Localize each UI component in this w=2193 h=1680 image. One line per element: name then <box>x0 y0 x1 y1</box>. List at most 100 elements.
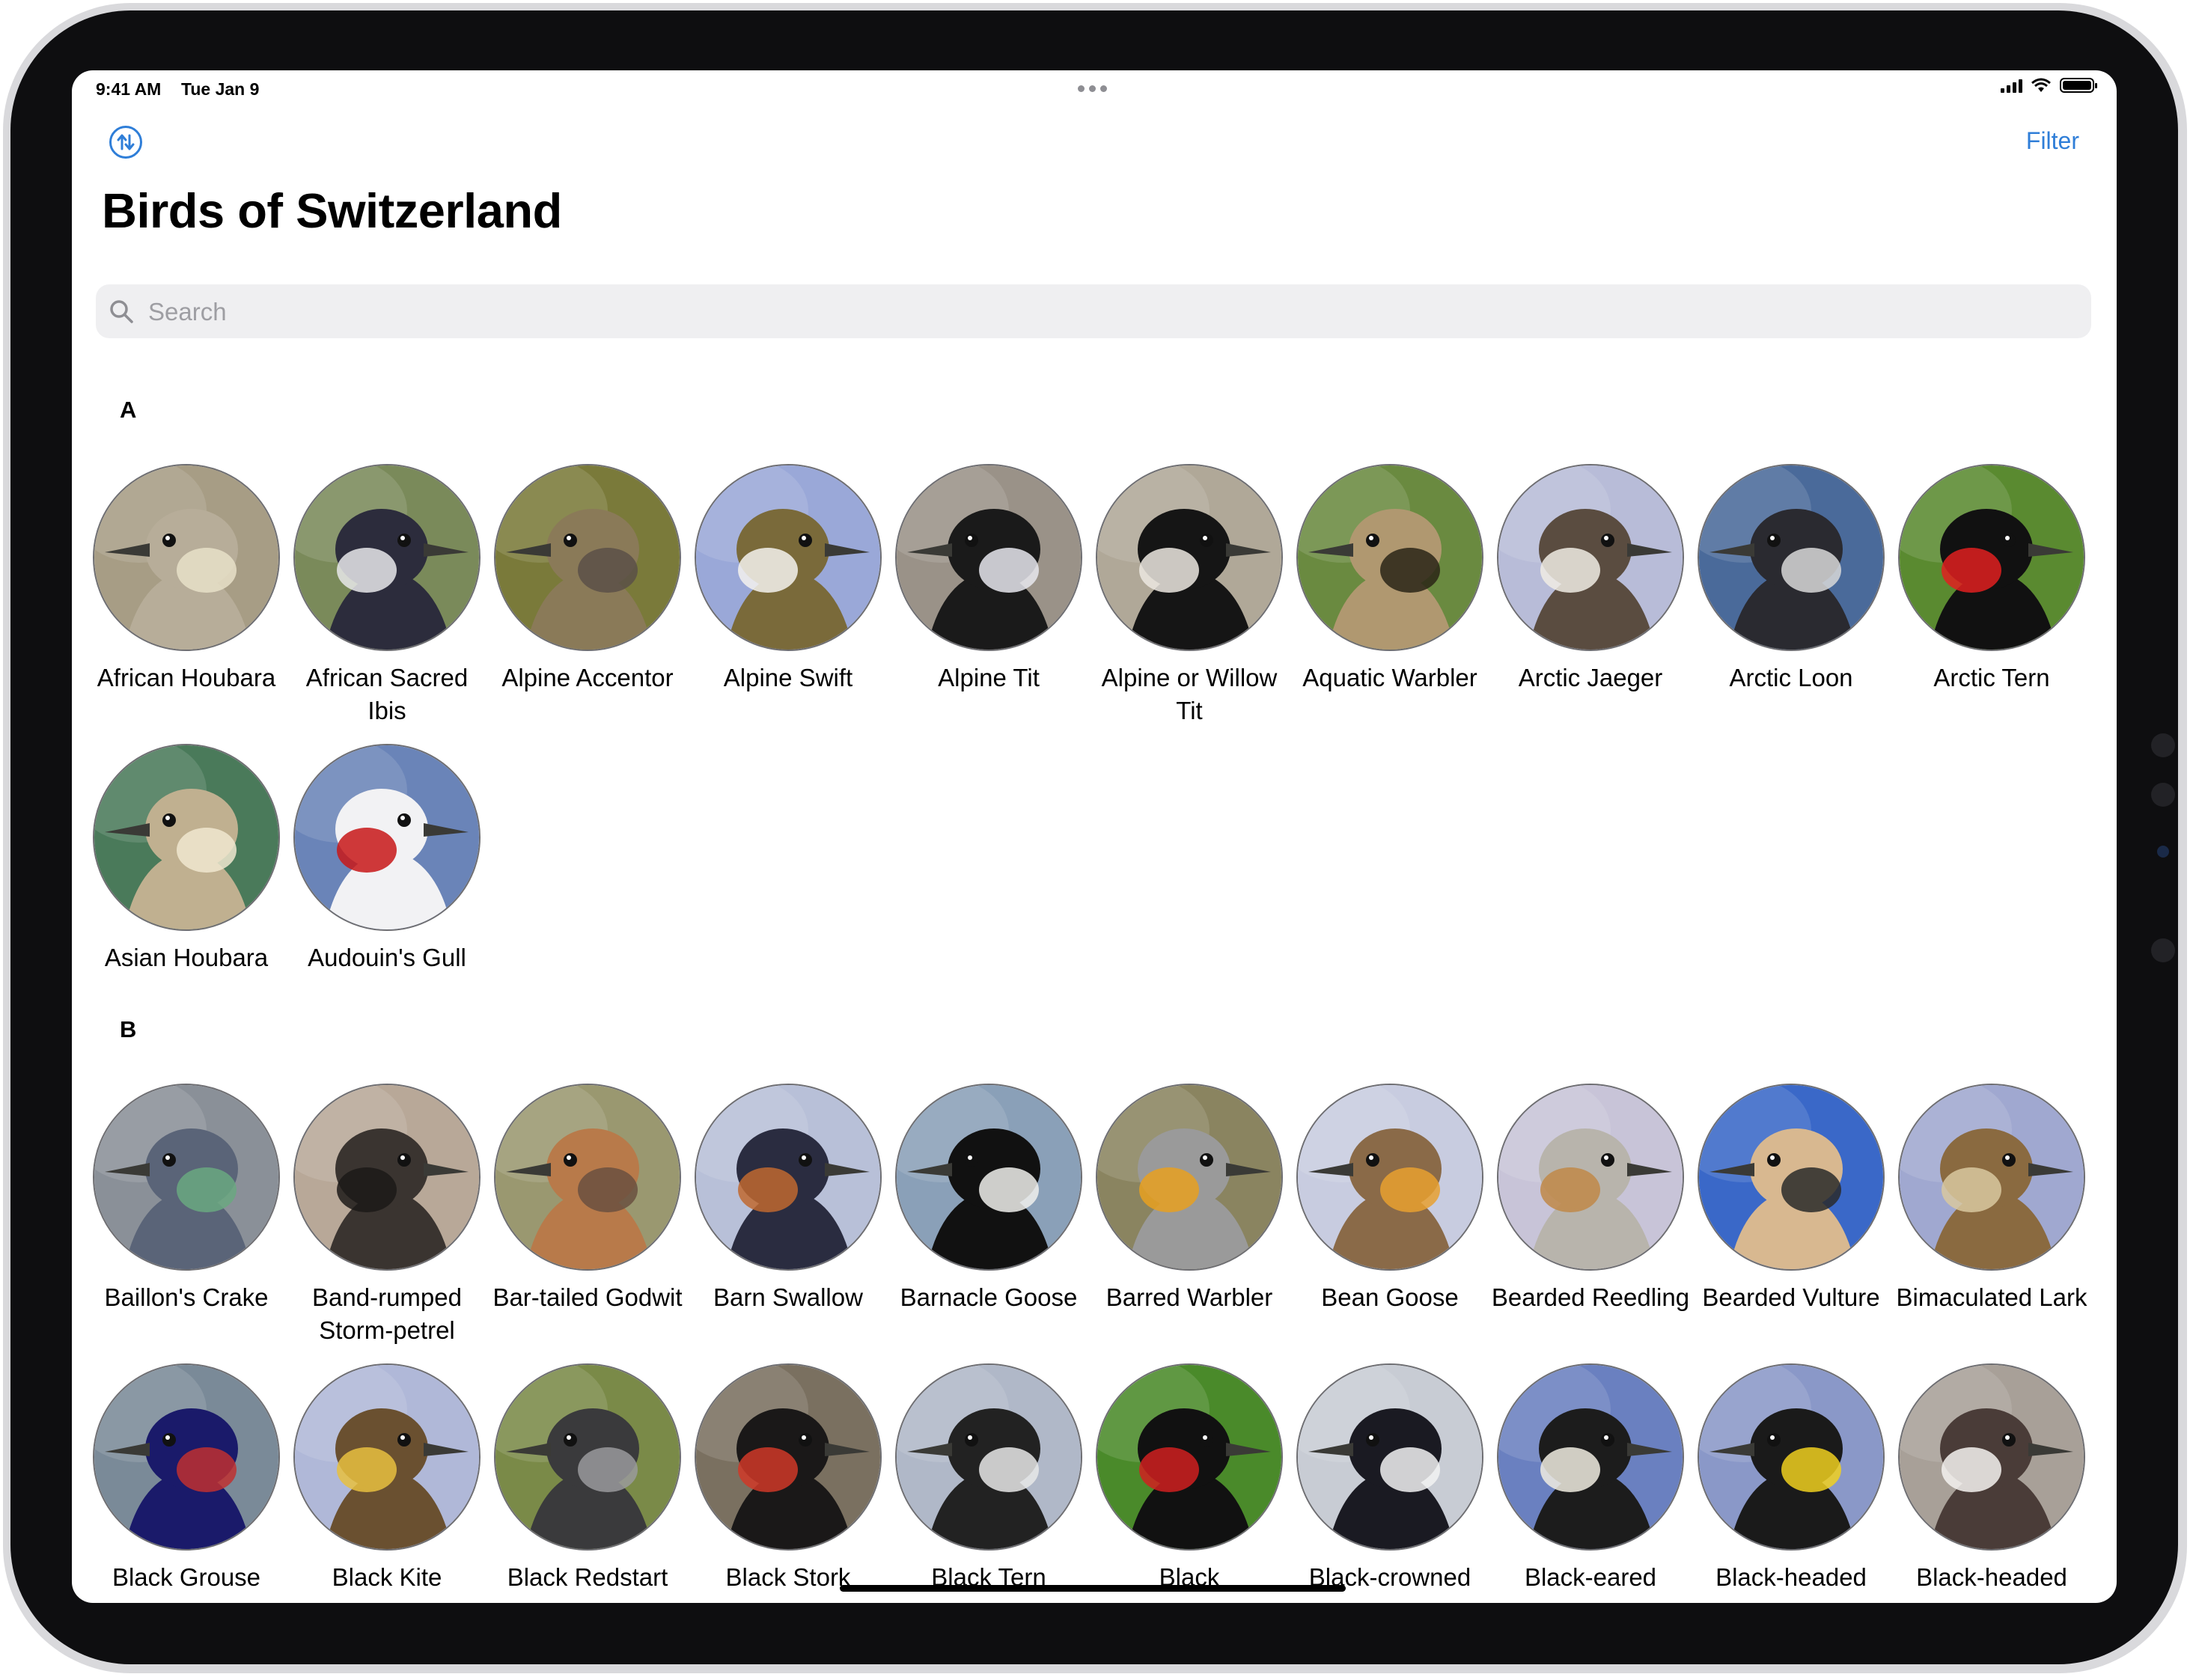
bird-photo[interactable] <box>1296 1084 1483 1271</box>
bird-image <box>1699 1085 1883 1269</box>
bird-card[interactable]: Arctic Jaeger <box>1489 464 1692 694</box>
bird-card[interactable]: Black Stork <box>687 1363 889 1594</box>
bird-name: Black-headed <box>1916 1563 2067 1591</box>
bird-image <box>94 745 278 929</box>
filter-button[interactable]: Filter <box>2026 127 2079 155</box>
bird-photo[interactable] <box>1698 1084 1885 1271</box>
bird-card[interactable]: Barnacle Goose <box>888 1084 1090 1314</box>
bird-photo[interactable] <box>1096 1363 1283 1551</box>
bird-photo[interactable] <box>293 1363 481 1551</box>
bird-photo[interactable] <box>1898 1363 2085 1551</box>
camera-dot <box>2151 733 2175 757</box>
bird-photo[interactable] <box>1898 464 2085 651</box>
bird-image <box>1298 1365 1482 1549</box>
sort-button[interactable] <box>109 126 142 159</box>
bird-photo[interactable] <box>1898 1084 2085 1271</box>
bird-card[interactable]: Alpine Swift <box>687 464 889 694</box>
bird-card[interactable]: Black Grouse <box>85 1363 287 1594</box>
bird-name: Asian Houbara <box>104 944 269 971</box>
bird-card[interactable]: Alpine Tit <box>888 464 1090 694</box>
bird-card[interactable]: African Sacred Ibis <box>286 464 488 727</box>
bird-photo[interactable] <box>494 464 681 651</box>
bird-photo[interactable] <box>695 464 882 651</box>
bird-card[interactable]: Audouin's Gull <box>286 744 488 974</box>
bird-card[interactable]: Barred Warbler <box>1088 1084 1290 1314</box>
bird-photo[interactable] <box>93 1363 280 1551</box>
bird-image <box>1699 465 1883 650</box>
bird-card[interactable]: Bean Goose <box>1289 1084 1491 1314</box>
bird-photo[interactable] <box>695 1363 882 1551</box>
bird-photo[interactable] <box>494 1363 681 1551</box>
bird-card[interactable]: Barn Swallow <box>687 1084 889 1314</box>
bird-image <box>295 1365 479 1549</box>
bird-photo[interactable] <box>93 464 280 651</box>
bird-card[interactable]: Black <box>1088 1363 1290 1594</box>
bird-card[interactable]: Arctic Loon <box>1690 464 1892 694</box>
bird-name: Audouin's Gull <box>308 944 466 971</box>
bird-image <box>1900 1365 2084 1549</box>
bird-photo[interactable] <box>1698 1363 1885 1551</box>
bird-card[interactable]: Asian Houbara <box>85 744 287 974</box>
bird-name: Bearded Reedling <box>1491 1283 1690 1311</box>
search-bar[interactable] <box>96 284 2091 340</box>
bird-card[interactable]: Band-rumped Storm-petrel <box>286 1084 488 1347</box>
bird-image <box>495 1365 680 1549</box>
bird-photo[interactable] <box>93 1084 280 1271</box>
home-indicator[interactable] <box>840 1585 1346 1592</box>
bird-card[interactable]: Bar-tailed Godwit <box>487 1084 689 1314</box>
bird-photo[interactable] <box>895 464 1082 651</box>
bird-card[interactable]: Black Redstart <box>487 1363 689 1594</box>
camera-dot <box>2151 783 2175 807</box>
bird-name: Arctic Jaeger <box>1518 664 1663 691</box>
bird-name: Alpine Accentor <box>501 664 674 691</box>
bird-photo[interactable] <box>494 1084 681 1271</box>
bird-name: Alpine or Willow Tit <box>1101 664 1278 724</box>
bird-image <box>495 1085 680 1269</box>
bird-card[interactable]: Baillon's Crake <box>85 1084 287 1314</box>
bird-card[interactable]: Black-crowned <box>1289 1363 1491 1594</box>
bird-photo[interactable] <box>293 464 481 651</box>
bird-image <box>1498 465 1683 650</box>
multitasking-handle[interactable] <box>1078 85 1107 92</box>
section-header-b: B <box>120 1016 137 1042</box>
bird-card[interactable]: Bearded Reedling <box>1489 1084 1692 1314</box>
bird-card[interactable]: Black-headed <box>1891 1363 2093 1594</box>
status-icons <box>2001 78 2097 93</box>
bird-photo[interactable] <box>1096 464 1283 651</box>
bird-name: Barn Swallow <box>713 1283 863 1311</box>
bird-photo[interactable] <box>1096 1084 1283 1271</box>
bird-card[interactable]: African Houbara <box>85 464 287 694</box>
bird-image <box>1097 465 1281 650</box>
bird-photo[interactable] <box>1296 464 1483 651</box>
bird-name: Alpine Swift <box>723 664 853 691</box>
bird-photo[interactable] <box>1497 1084 1684 1271</box>
bird-image <box>295 465 479 650</box>
bird-photo[interactable] <box>895 1363 1082 1551</box>
bird-card[interactable]: Alpine or Willow Tit <box>1088 464 1290 727</box>
bird-card[interactable]: Black-headed <box>1690 1363 1892 1594</box>
search-input[interactable] <box>147 284 2066 340</box>
bird-photo[interactable] <box>293 744 481 931</box>
bird-name: Bean Goose <box>1321 1283 1459 1311</box>
bird-image <box>696 1085 880 1269</box>
bird-card[interactable]: Black Kite <box>286 1363 488 1594</box>
bird-card[interactable]: Black Tern <box>888 1363 1090 1594</box>
bird-card[interactable]: Black-eared <box>1489 1363 1692 1594</box>
bird-photo[interactable] <box>1698 464 1885 651</box>
bird-photo[interactable] <box>1497 464 1684 651</box>
bird-card[interactable]: Bearded Vulture <box>1690 1084 1892 1314</box>
bird-photo[interactable] <box>695 1084 882 1271</box>
bird-card[interactable]: Alpine Accentor <box>487 464 689 694</box>
bird-photo[interactable] <box>1497 1363 1684 1551</box>
page-title: Birds of Switzerland <box>102 183 562 238</box>
bird-card[interactable]: Aquatic Warbler <box>1289 464 1491 694</box>
bird-image <box>1900 465 2084 650</box>
bird-photo[interactable] <box>293 1084 481 1271</box>
bird-photo[interactable] <box>895 1084 1082 1271</box>
bird-card[interactable]: Arctic Tern <box>1891 464 2093 694</box>
bird-photo[interactable] <box>93 744 280 931</box>
camera-dot <box>2151 938 2175 962</box>
bird-card[interactable]: Bimaculated Lark <box>1891 1084 2093 1314</box>
bird-photo[interactable] <box>1296 1363 1483 1551</box>
bird-name: Black Redstart <box>507 1563 668 1591</box>
